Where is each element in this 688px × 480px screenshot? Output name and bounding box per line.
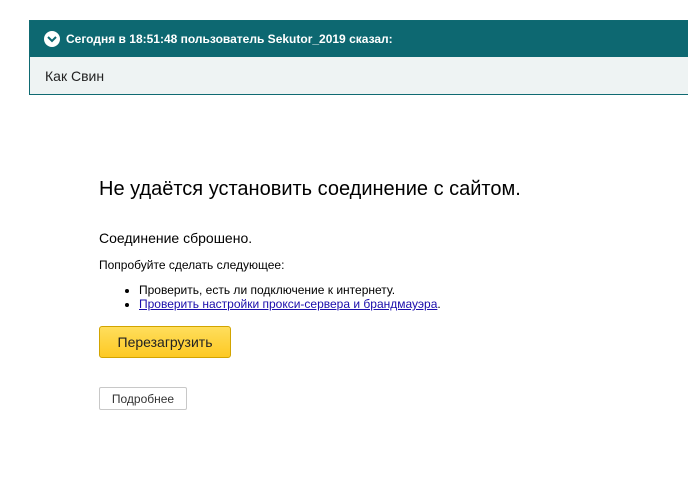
try-label: Попробуйте сделать следующее: (99, 258, 285, 272)
reload-button[interactable]: Перезагрузить (99, 326, 231, 358)
proxy-settings-link[interactable]: Проверить настройки прокси-сервера и бра… (139, 297, 437, 311)
chevron-down-icon[interactable] (44, 31, 60, 47)
error-subtitle: Соединение сброшено. (99, 230, 253, 246)
quote-block: Сегодня в 18:51:48 пользователь Sekutor_… (29, 20, 688, 95)
suggestion-suffix: . (437, 297, 441, 311)
suggestion-text: Проверить, есть ли подключение к интерне… (139, 283, 396, 297)
quote-body-text: Как Свин (45, 68, 105, 84)
connection-error: Не удаётся установить соединение с сайто… (99, 176, 659, 410)
quote-header-text: Сегодня в 18:51:48 пользователь Sekutor_… (66, 32, 393, 46)
suggestion-check-internet: Проверить, есть ли подключение к интерне… (139, 283, 659, 297)
details-button[interactable]: Подробнее (99, 387, 187, 410)
suggestion-check-proxy: Проверить настройки прокси-сервера и бра… (139, 297, 659, 311)
quote-header[interactable]: Сегодня в 18:51:48 пользователь Sekutor_… (30, 21, 688, 57)
suggestion-list: Проверить, есть ли подключение к интерне… (99, 283, 659, 311)
error-title: Не удаётся установить соединение с сайто… (99, 178, 521, 200)
